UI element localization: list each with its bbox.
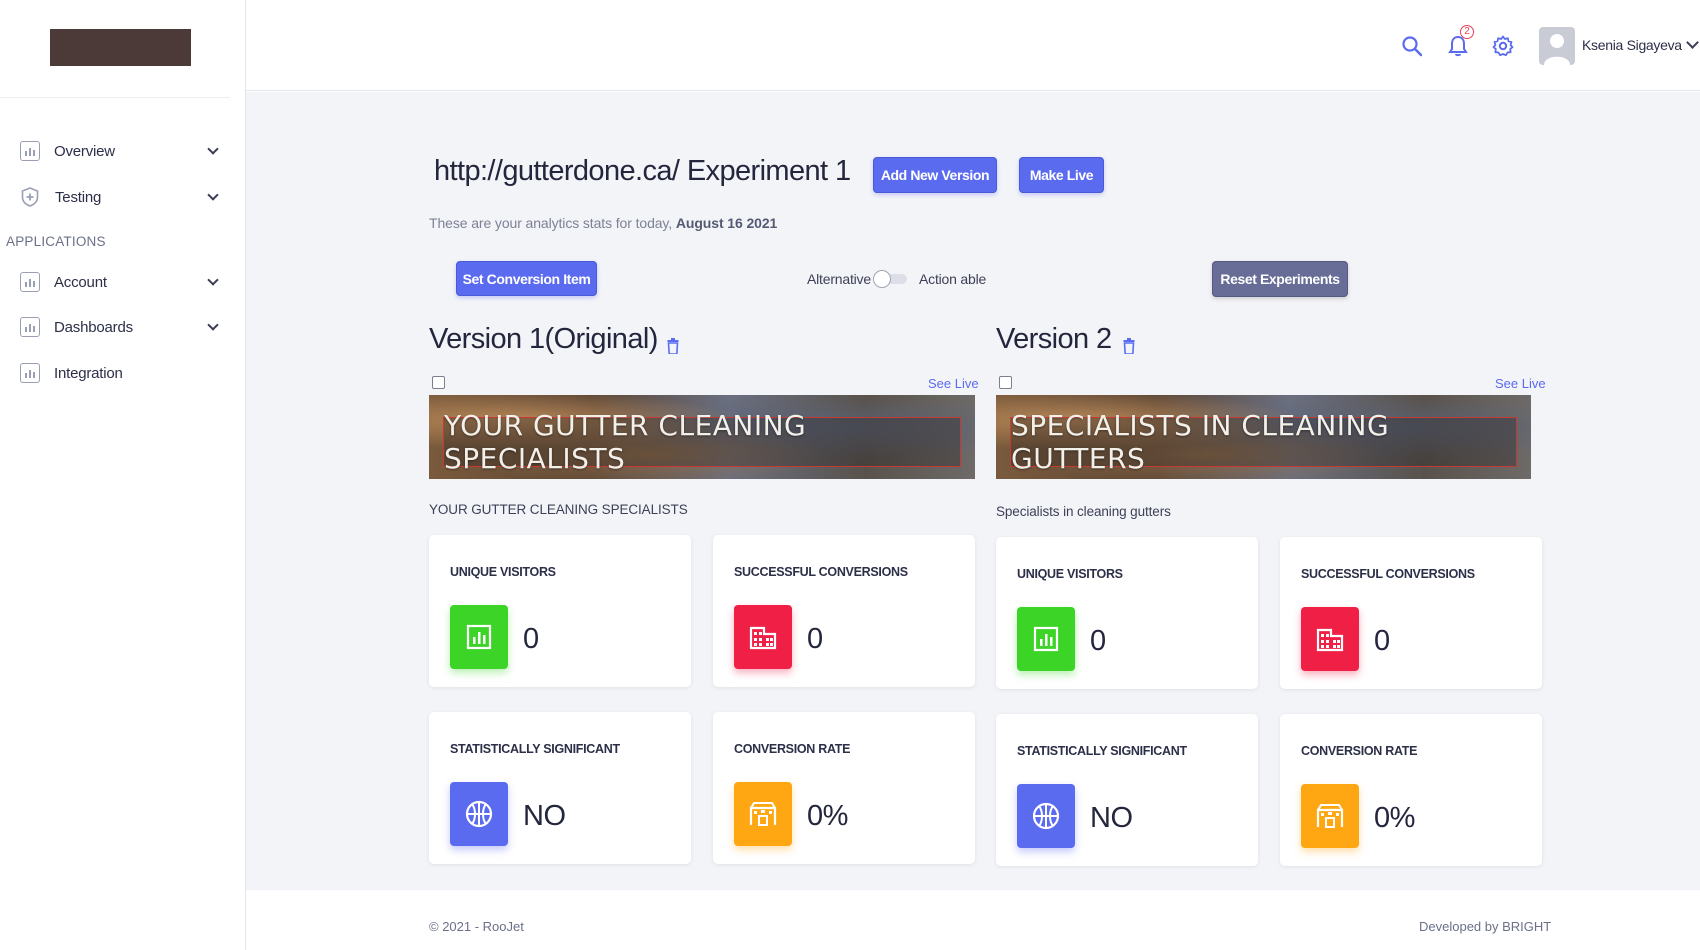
sidebar-item-integration[interactable]: Integration (20, 356, 225, 390)
unique-visitors-card: UNIQUE VISITORS 0 (996, 537, 1258, 689)
store-icon (1301, 784, 1359, 848)
successful-conversions-card: SUCCESSFUL CONVERSIONS 0 (1280, 537, 1542, 689)
basketball-icon (1017, 784, 1075, 848)
trash-icon[interactable] (1123, 338, 1135, 354)
card-label: UNIQUE VISITORS (1017, 567, 1123, 581)
card-label: UNIQUE VISITORS (450, 565, 556, 579)
version-2-banner-image: SPECIALISTS IN CLEANING GUTTERS (996, 395, 1531, 479)
version-1-banner-image: YOUR GUTTER CLEANING SPECIALISTS (429, 395, 975, 479)
card-value: 0% (1374, 802, 1415, 834)
unique-visitors-card: UNIQUE VISITORS 0 (429, 535, 691, 687)
stats-subtitle: These are your analytics stats for today… (429, 215, 777, 231)
banner-frame: SPECIALISTS IN CLEANING GUTTERS (1010, 409, 1517, 475)
version-1-see-live-link[interactable]: See Live (928, 376, 979, 391)
card-value: 0 (1090, 625, 1106, 657)
set-conversion-item-button[interactable]: Set Conversion Item (456, 261, 597, 296)
chart-icon (20, 363, 40, 383)
toggle-label-actionable: Action able (919, 271, 987, 287)
card-value: 0 (1374, 625, 1390, 657)
notification-badge: 2 (1460, 25, 1474, 39)
sidebar-item-dashboards[interactable]: Dashboards (20, 310, 225, 344)
chevron-down-icon[interactable] (207, 143, 219, 155)
card-label: STATISTICALLY SIGNIFICANT (450, 742, 620, 756)
chart-icon (20, 317, 40, 337)
chart-icon (20, 272, 40, 292)
chart-icon (20, 141, 40, 161)
add-new-version-button[interactable]: Add New Version (873, 157, 997, 193)
store-icon (734, 782, 792, 846)
sidebar-item-label: Account (54, 273, 107, 291)
footer-copyright: © 2021 - RooJet (429, 919, 524, 934)
sidebar-item-testing[interactable]: Testing (20, 180, 225, 214)
card-value: 0 (523, 623, 539, 655)
banner-text: SPECIALISTS IN CLEANING GUTTERS (1011, 409, 1390, 475)
shield-icon (21, 187, 39, 207)
toggle-label-alternative: Alternative (807, 271, 871, 287)
avatar[interactable] (1539, 27, 1575, 65)
card-value: 0 (807, 623, 823, 655)
sidebar-divider (0, 97, 230, 98)
toggle-knob[interactable] (873, 270, 891, 288)
building-icon (1301, 607, 1359, 671)
banner-text: YOUR GUTTER CLEANING SPECIALISTS (444, 409, 807, 475)
subtitle-prefix: These are your analytics stats for today… (429, 215, 676, 231)
gear-icon[interactable] (1491, 34, 1515, 58)
search-icon[interactable] (1400, 34, 1424, 58)
statistically-significant-card: STATISTICALLY SIGNIFICANT NO (996, 714, 1258, 866)
card-value: 0% (807, 800, 848, 832)
conversion-rate-card: CONVERSION RATE 0% (1280, 714, 1542, 866)
make-live-button[interactable]: Make Live (1019, 157, 1104, 193)
sidebar-item-label: Testing (55, 188, 102, 206)
version-2-title: Version 2 (996, 323, 1112, 355)
card-label: CONVERSION RATE (734, 742, 851, 756)
banner-frame: YOUR GUTTER CLEANING SPECIALISTS (443, 409, 961, 475)
bar-chart-icon (1017, 607, 1075, 671)
sidebar-item-overview[interactable]: Overview (20, 134, 225, 168)
chevron-down-icon[interactable] (207, 319, 219, 331)
basketball-icon (450, 782, 508, 846)
building-icon (734, 605, 792, 669)
page-title: http://gutterdone.ca/ Experiment 1 (434, 155, 851, 187)
card-label: SUCCESSFUL CONVERSIONS (1301, 567, 1475, 581)
successful-conversions-card: SUCCESSFUL CONVERSIONS 0 (713, 535, 975, 687)
alternative-toggle[interactable] (873, 270, 909, 288)
version-2-checkbox[interactable] (999, 376, 1012, 389)
card-label: SUCCESSFUL CONVERSIONS (734, 565, 908, 579)
subtitle-date: August 16 2021 (675, 215, 778, 231)
card-value: NO (523, 800, 566, 832)
sidebar: Overview Testing APPLICATIONS Account Da… (0, 0, 246, 950)
user-icon (1544, 34, 1570, 65)
top-bar (246, 0, 1700, 91)
conversion-rate-card: CONVERSION RATE 0% (713, 712, 975, 864)
version-1-title: Version 1(Original) (429, 323, 658, 355)
card-label: CONVERSION RATE (1301, 744, 1418, 758)
sidebar-item-account[interactable]: Account (20, 265, 225, 299)
user-name[interactable]: Ksenia Sigayeva (1582, 37, 1682, 53)
chevron-down-icon[interactable] (207, 274, 219, 286)
logo[interactable] (50, 29, 191, 66)
section-label-applications: APPLICATIONS (6, 234, 106, 249)
card-value: NO (1090, 802, 1133, 834)
version-2-see-live-link[interactable]: See Live (1495, 376, 1546, 391)
chevron-down-icon[interactable] (207, 189, 219, 201)
reset-experiments-button[interactable]: Reset Experiments (1212, 261, 1348, 297)
card-label: STATISTICALLY SIGNIFICANT (1017, 744, 1187, 758)
footer-credit: Developed by BRIGHT (1419, 919, 1552, 934)
version-1-caption: YOUR GUTTER CLEANING SPECIALISTS (429, 502, 688, 517)
version-1-checkbox[interactable] (432, 376, 445, 389)
sidebar-item-label: Dashboards (54, 318, 133, 336)
sidebar-item-label: Integration (54, 364, 123, 382)
version-2-caption: Specialists in cleaning gutters (996, 504, 1171, 519)
bar-chart-icon (450, 605, 508, 669)
sidebar-item-label: Overview (54, 142, 115, 160)
statistically-significant-card: STATISTICALLY SIGNIFICANT NO (429, 712, 691, 864)
trash-icon[interactable] (667, 338, 679, 354)
